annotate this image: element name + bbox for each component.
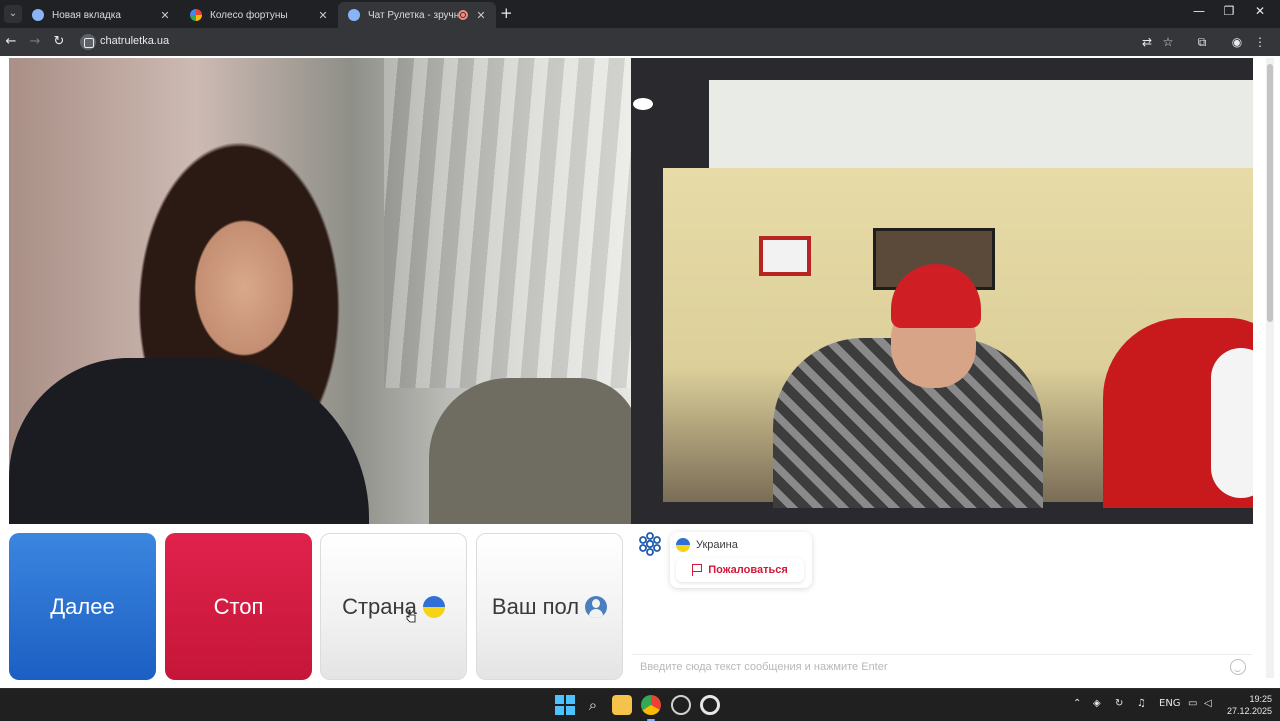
- stop-button-label: Стоп: [213, 593, 264, 619]
- tab-new-tab[interactable]: Новая вкладка ✕: [22, 2, 180, 28]
- extensions-icon[interactable]: ⧉: [1194, 34, 1210, 50]
- site-info-icon[interactable]: [80, 34, 96, 50]
- next-button[interactable]: Далее: [9, 533, 156, 680]
- menu-kebab-icon[interactable]: ⋮: [1252, 34, 1268, 50]
- user-avatar-icon: [585, 595, 608, 618]
- reload-icon[interactable]: ↻: [51, 34, 67, 50]
- address-bar[interactable]: chatruletka.ua: [100, 35, 169, 47]
- ukraine-flag-icon: [422, 595, 445, 618]
- report-button-label: Пожаловаться: [708, 564, 788, 576]
- page-scrollbar[interactable]: [1266, 58, 1274, 678]
- language-indicator[interactable]: ENG: [1159, 698, 1181, 709]
- tab-title: Колесо фортуны: [210, 9, 288, 21]
- partner-room: [663, 168, 1253, 508]
- tab-wheel-of-fortune[interactable]: Колесо фортуны ✕: [180, 2, 338, 28]
- foreground-object: [429, 378, 631, 524]
- scrollbar-thumb[interactable]: [1267, 64, 1273, 322]
- back-arrow-icon[interactable]: ←: [3, 34, 19, 50]
- partner-camera-video: [631, 58, 1253, 524]
- hand-cursor-icon: [406, 609, 416, 623]
- tray-overflow-icon[interactable]: ⌃: [1073, 698, 1081, 709]
- taskbar-clock[interactable]: 19:25 27.12.2025: [1227, 693, 1272, 717]
- network-icon[interactable]: ▭: [1188, 698, 1197, 709]
- volume-icon[interactable]: ◁: [1204, 698, 1212, 709]
- chrome-icon: [32, 9, 44, 21]
- new-tab-button[interactable]: +: [500, 5, 513, 21]
- maximize-button[interactable]: ❐: [1214, 4, 1244, 18]
- report-button[interactable]: Пожаловаться: [676, 558, 804, 582]
- message-input[interactable]: Введите сюда текст сообщения и нажмите E…: [632, 654, 1252, 680]
- tab-title: Новая вкладка: [52, 9, 121, 21]
- chrome-taskbar-icon[interactable]: [641, 695, 661, 721]
- sync-icon[interactable]: ↻: [1115, 698, 1123, 709]
- own-camera-video: [9, 58, 631, 524]
- recording-indicator-icon: [458, 10, 468, 20]
- tab-title: Чат Рулетка - зручний та б: [368, 9, 458, 21]
- ukraine-flag-icon: [676, 538, 690, 552]
- next-button-label: Далее: [50, 593, 115, 619]
- close-window-button[interactable]: ✕: [1245, 4, 1275, 18]
- partner-country-label: Украина: [696, 539, 738, 551]
- profile-icon[interactable]: ◉: [1229, 34, 1245, 50]
- report-flag-icon: [692, 564, 703, 576]
- stop-button[interactable]: Стоп: [165, 533, 312, 680]
- recorder-app-icon[interactable]: [671, 695, 691, 715]
- bookmark-star-icon[interactable]: ☆: [1160, 34, 1176, 50]
- ceiling-lamp: [633, 98, 653, 110]
- country-button[interactable]: Страна: [320, 533, 467, 680]
- tab-search-button[interactable]: ⌄: [4, 5, 22, 23]
- wheel-icon: [190, 9, 202, 21]
- partner-info-card: Украина Пожаловаться: [670, 532, 812, 588]
- basketball-hoop: [759, 236, 811, 276]
- close-tab-icon[interactable]: ✕: [474, 9, 488, 22]
- app-taskbar-icon[interactable]: [700, 695, 720, 715]
- file-explorer-icon[interactable]: [612, 695, 632, 715]
- search-icon[interactable]: ⌕: [583, 695, 603, 715]
- microphone-icon[interactable]: ♫: [1137, 698, 1146, 709]
- close-tab-icon[interactable]: ✕: [316, 9, 330, 22]
- ceiling-area: [709, 80, 1253, 170]
- browser-toolbar: ← → ↻ chatruletka.ua ⇄ ☆ ⧉ ◉ ⋮: [0, 28, 1280, 56]
- os-taskbar: ⌕ ⌃ ◈ ↻ ♫ ENG ▭ ◁ 19:25 27.12.2025: [0, 688, 1280, 721]
- minimize-button[interactable]: —: [1184, 4, 1214, 18]
- emoji-smiley-icon[interactable]: [1230, 659, 1246, 675]
- translate-icon[interactable]: ⇄: [1139, 34, 1155, 50]
- clock-time: 19:25: [1249, 694, 1272, 704]
- gender-button-label: Ваш пол: [491, 593, 580, 619]
- person-shirt: [9, 358, 369, 524]
- santa-beard: [1211, 348, 1253, 498]
- gender-button[interactable]: Ваш пол: [476, 533, 623, 680]
- tray-app-icon[interactable]: ◈: [1093, 698, 1101, 709]
- close-tab-icon[interactable]: ✕: [158, 9, 172, 22]
- browser-tab-strip: ⌄ Новая вкладка ✕ Колесо фортуны ✕ Чат Р…: [0, 0, 1280, 28]
- chatruletka-page: Далее Стоп Страна Ваш пол Украина Пожало…: [0, 56, 1280, 688]
- chat-panel: Украина Пожаловаться Введите сюда текст …: [632, 524, 1252, 682]
- clock-date: 27.12.2025: [1226, 706, 1272, 716]
- tab-chatruletka[interactable]: Чат Рулетка - зручний та б ✕: [338, 2, 496, 28]
- curtain-background: [384, 58, 631, 388]
- windows-start-icon[interactable]: [555, 695, 575, 715]
- site-logo-icon: [348, 9, 360, 21]
- partner-country: Украина: [676, 538, 738, 552]
- chatruletka-logo-icon: [639, 532, 661, 556]
- forward-arrow-icon[interactable]: →: [27, 34, 43, 50]
